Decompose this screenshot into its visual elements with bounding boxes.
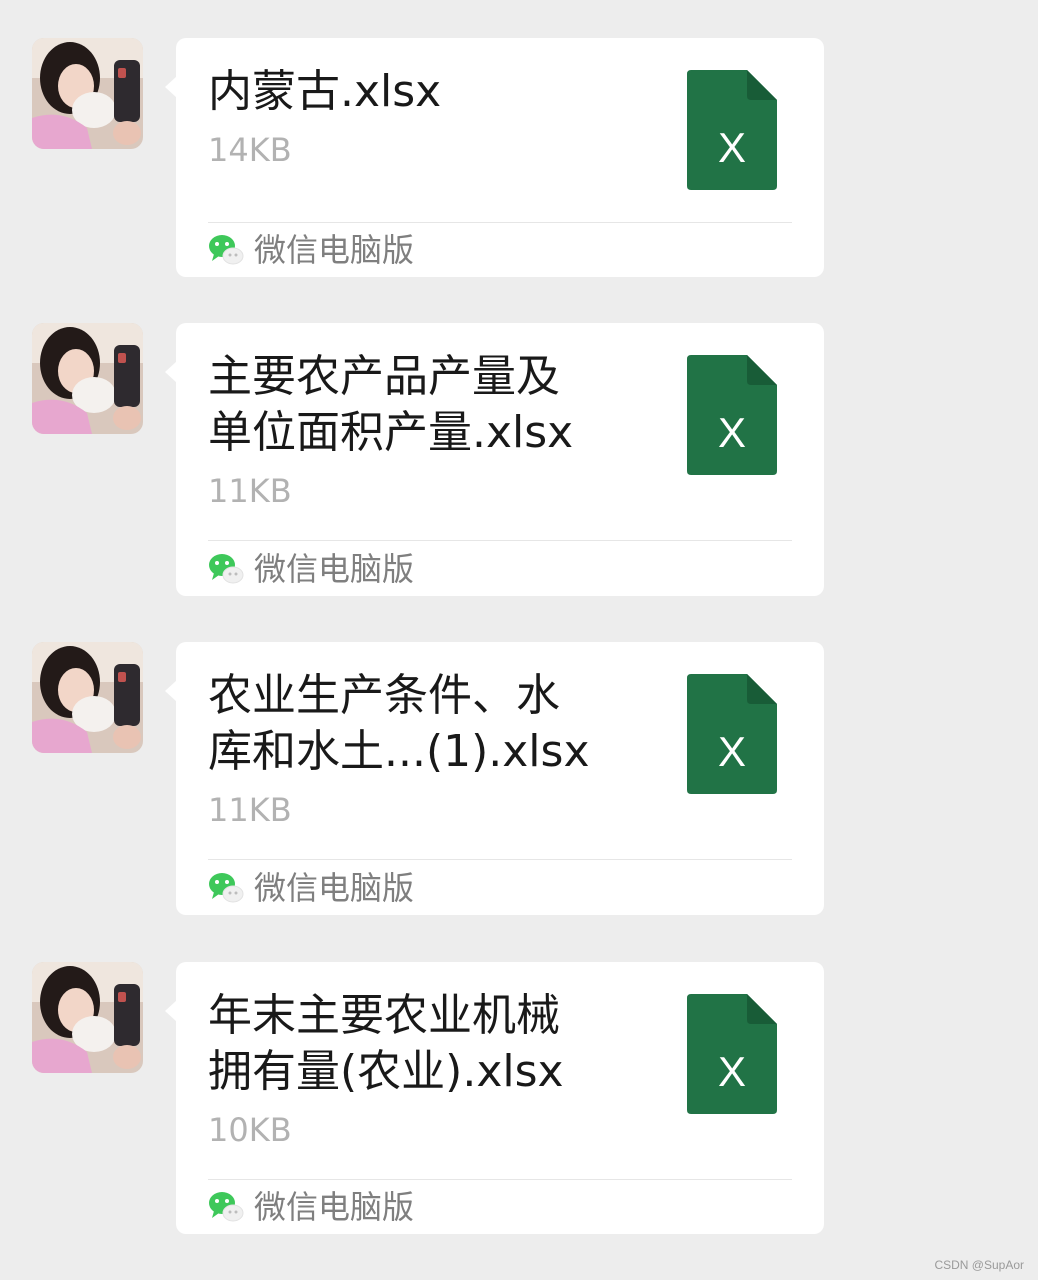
- svg-text:X: X: [718, 728, 746, 775]
- excel-file-icon: X: [687, 674, 777, 794]
- source-label: 微信电脑版: [254, 1188, 415, 1226]
- svg-text:X: X: [718, 409, 746, 456]
- source-row: 微信电脑版: [208, 870, 414, 906]
- file-size: 10KB: [208, 1111, 292, 1149]
- avatar[interactable]: [32, 38, 143, 149]
- avatar[interactable]: [32, 323, 143, 434]
- source-row: 微信电脑版: [208, 1189, 414, 1225]
- excel-file-icon: X: [687, 70, 777, 190]
- avatar-photo: [32, 323, 143, 434]
- excel-file-icon: X: [687, 355, 777, 475]
- file-name: 农业生产条件、水 库和水土...(1).xlsx: [208, 670, 590, 777]
- file-name: 年末主要农业机械 拥有量(农业).xlsx: [208, 990, 564, 1097]
- divider: [208, 859, 792, 860]
- avatar-photo: [32, 962, 143, 1073]
- divider: [208, 222, 792, 223]
- source-row: 微信电脑版: [208, 551, 414, 587]
- wechat-icon: [209, 554, 244, 584]
- svg-text:X: X: [718, 1048, 746, 1095]
- source-label: 微信电脑版: [254, 550, 415, 588]
- file-message-bubble[interactable]: 内蒙古.xlsx 14KB X 微信电脑版: [165, 38, 824, 277]
- file-size: 11KB: [208, 472, 292, 510]
- excel-file-icon: X: [687, 994, 777, 1114]
- file-message-bubble[interactable]: 主要农产品产量及 单位面积产量.xlsx 11KB X 微信电脑版: [165, 323, 824, 596]
- file-message-bubble[interactable]: 农业生产条件、水 库和水土...(1).xlsx 11KB X 微信电脑版: [165, 642, 824, 915]
- wechat-icon: [209, 873, 244, 903]
- source-row: 微信电脑版: [208, 232, 414, 268]
- svg-text:X: X: [718, 124, 746, 171]
- avatar-photo: [32, 38, 143, 149]
- file-name: 主要农产品产量及 单位面积产量.xlsx: [208, 351, 574, 458]
- file-size: 14KB: [208, 131, 292, 169]
- watermark: CSDN @SupAor: [934, 1258, 1024, 1272]
- avatar-photo: [32, 642, 143, 753]
- wechat-icon: [209, 1192, 244, 1222]
- file-name: 内蒙古.xlsx: [208, 66, 442, 117]
- divider: [208, 540, 792, 541]
- avatar[interactable]: [32, 962, 143, 1073]
- file-message-bubble[interactable]: 年末主要农业机械 拥有量(农业).xlsx 10KB X 微信电脑版: [165, 962, 824, 1234]
- wechat-icon: [209, 235, 244, 265]
- divider: [208, 1179, 792, 1180]
- avatar[interactable]: [32, 642, 143, 753]
- source-label: 微信电脑版: [254, 869, 415, 907]
- file-size: 11KB: [208, 791, 292, 829]
- source-label: 微信电脑版: [254, 231, 415, 269]
